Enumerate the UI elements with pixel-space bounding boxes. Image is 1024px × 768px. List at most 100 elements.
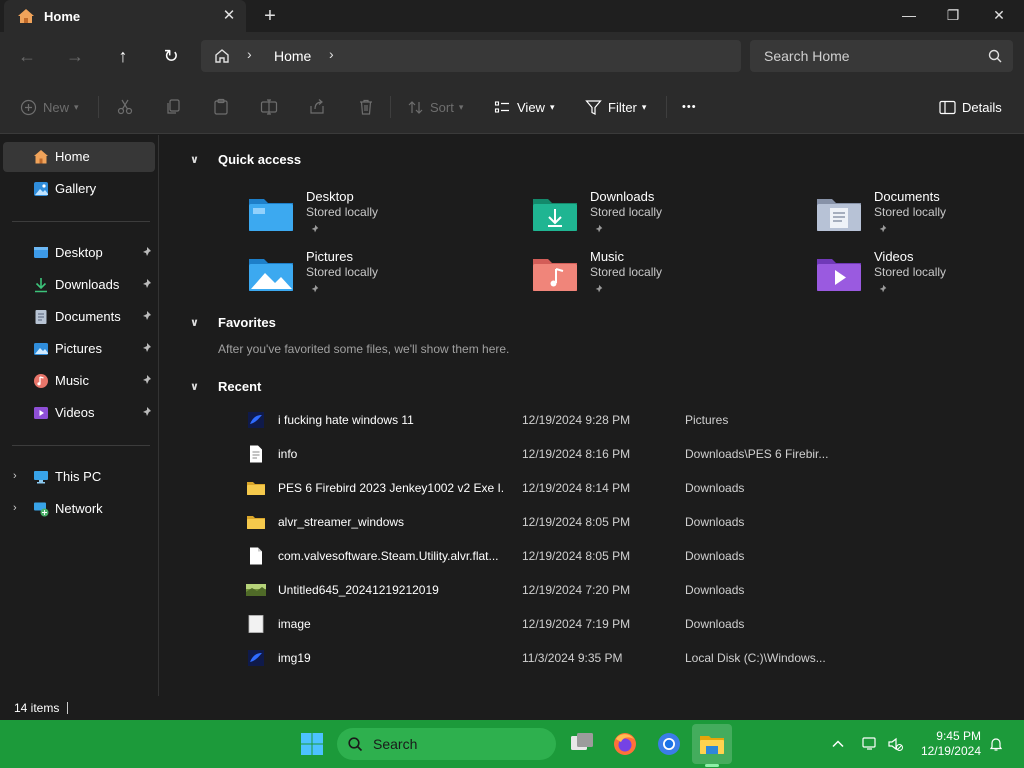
table-row[interactable]: i fucking hate windows 11 12/19/2024 9:2… [242,405,1002,435]
pin-icon[interactable] [141,374,153,386]
notification-bell-icon[interactable] [988,736,1004,752]
sidebar-item-downloads[interactable]: Downloads [3,270,155,300]
close-window-button[interactable]: ✕ [976,0,1022,32]
pin-icon[interactable] [141,310,153,322]
pin-icon[interactable] [141,406,153,418]
table-row[interactable]: PES 6 Firebird 2023 Jenkey1002 v2 Exe I.… [242,473,1002,503]
forward-button[interactable]: → [61,42,89,70]
table-row[interactable]: info 12/19/2024 8:16 PM Downloads\PES 6 … [242,439,1002,469]
sidebar-label: Network [55,501,103,516]
system-clock[interactable]: 9:45 PM 12/19/2024 [915,729,981,759]
task-view-icon[interactable] [568,730,596,758]
quick-access-pictures[interactable]: Pictures Stored locally [248,249,488,305]
minimize-button[interactable]: — [886,0,932,32]
file-location: Downloads [685,481,745,495]
sidebar-item-this-pc[interactable]: › This PC [3,462,155,492]
file-name: image [278,617,311,631]
blank-file-icon [250,547,262,565]
new-button[interactable]: New ▾ [20,97,79,117]
file-date: 12/19/2024 7:19 PM [522,617,631,631]
rename-button[interactable] [260,97,278,117]
chevron-up-icon[interactable] [830,736,846,752]
table-row[interactable]: com.valvesoftware.Steam.Utility.alvr.fla… [242,541,1002,571]
pin-icon[interactable] [141,246,153,258]
table-row[interactable]: alvr_streamer_windows 12/19/2024 8:05 PM… [242,507,1002,537]
tab-home[interactable]: Home ✕ [4,0,246,32]
quick-access-videos[interactable]: Videos Stored locally [816,249,1024,305]
file-date: 12/19/2024 8:05 PM [522,549,631,563]
search-box[interactable]: Search Home [750,40,1013,72]
pin-icon[interactable] [141,278,153,290]
cut-button[interactable] [116,97,134,117]
close-tab-button[interactable]: ✕ [219,6,239,26]
share-button[interactable] [308,97,326,117]
landscape-image-icon [246,584,266,596]
favorites-header[interactable]: ∨ Favorites [190,315,276,330]
maximize-button[interactable]: ❐ [930,0,976,32]
volume-muted-icon[interactable] [887,736,903,752]
up-button[interactable]: ↑ [109,42,137,70]
back-button[interactable]: ← [13,42,41,70]
delete-button[interactable] [357,97,375,117]
chevron-right-icon[interactable]: › [329,46,334,62]
table-row[interactable]: image 12/19/2024 7:19 PM Downloads [242,609,1002,639]
view-button[interactable]: View ▾ [494,97,554,117]
quick-access-downloads[interactable]: Downloads Stored locally [532,189,772,245]
quick-access-documents[interactable]: Documents Stored locally [816,189,1024,245]
search-input[interactable]: Search Home [764,48,850,64]
network-status-icon[interactable] [862,736,878,752]
home-outline-icon[interactable] [213,47,231,65]
more-options-button[interactable]: ••• [682,97,697,117]
copy-icon [167,99,180,114]
sort-button[interactable]: Sort ▾ [407,97,463,117]
refresh-button[interactable]: ↻ [157,42,185,70]
quick-access-header[interactable]: ∨ Quick access [190,152,301,167]
recent-header[interactable]: ∨ Recent [190,379,261,394]
new-tab-button[interactable]: + [258,5,282,27]
pictures-icon [34,343,48,355]
chevron-down-icon[interactable]: ∨ [190,380,204,393]
chevron-down-icon: ▾ [74,101,79,112]
sidebar-item-network[interactable]: › Network [3,494,155,524]
table-row[interactable]: img19 11/3/2024 9:35 PM Local Disk (C:)\… [242,643,1002,673]
sidebar-item-pictures[interactable]: Pictures [3,334,155,364]
windows-start-icon[interactable] [300,732,324,756]
sidebar-item-home[interactable]: Home [3,142,155,172]
taskbar-search[interactable]: Search [337,728,556,760]
chevron-right-icon[interactable]: › [13,470,17,482]
pin-icon [311,284,319,293]
sort-label: Sort [430,99,454,115]
active-indicator [705,764,719,767]
file-location: Downloads [685,583,745,597]
file-location: Pictures [685,413,729,427]
trash-icon [360,99,372,115]
breadcrumb-home[interactable]: Home [274,48,311,64]
chevron-right-icon[interactable]: › [247,46,252,62]
clock-time: 9:45 PM [936,729,981,743]
details-label: Details [962,99,1002,115]
status-bar: 14 items [0,696,1024,720]
paste-button[interactable] [212,97,230,117]
quick-access-music[interactable]: Music Stored locally [532,249,772,305]
file-explorer-icon[interactable] [698,730,726,758]
address-bar[interactable]: › Home › [201,40,741,72]
sidebar-item-desktop[interactable]: Desktop [3,238,155,268]
copy-button[interactable] [164,97,182,117]
sidebar-item-music[interactable]: Music [3,366,155,396]
chrome-icon[interactable] [655,730,683,758]
home-icon [34,150,48,164]
chevron-down-icon[interactable]: ∨ [190,316,204,329]
sidebar-item-videos[interactable]: Videos [3,398,155,428]
file-date: 12/19/2024 7:20 PM [522,583,631,597]
table-row[interactable]: Untitled645_20241219212019 12/19/2024 7:… [242,575,1002,605]
pin-icon[interactable] [141,342,153,354]
details-button[interactable]: Details [939,97,1002,117]
firefox-icon[interactable] [611,730,639,758]
filter-button[interactable]: Filter ▾ [585,97,646,117]
chevron-right-icon[interactable]: › [13,502,17,514]
sidebar-item-documents[interactable]: Documents [3,302,155,332]
sidebar-label: Pictures [55,341,102,356]
quick-access-desktop[interactable]: Desktop Stored locally [248,189,488,245]
chevron-down-icon[interactable]: ∨ [190,153,204,166]
sidebar-item-gallery[interactable]: Gallery [3,174,155,204]
